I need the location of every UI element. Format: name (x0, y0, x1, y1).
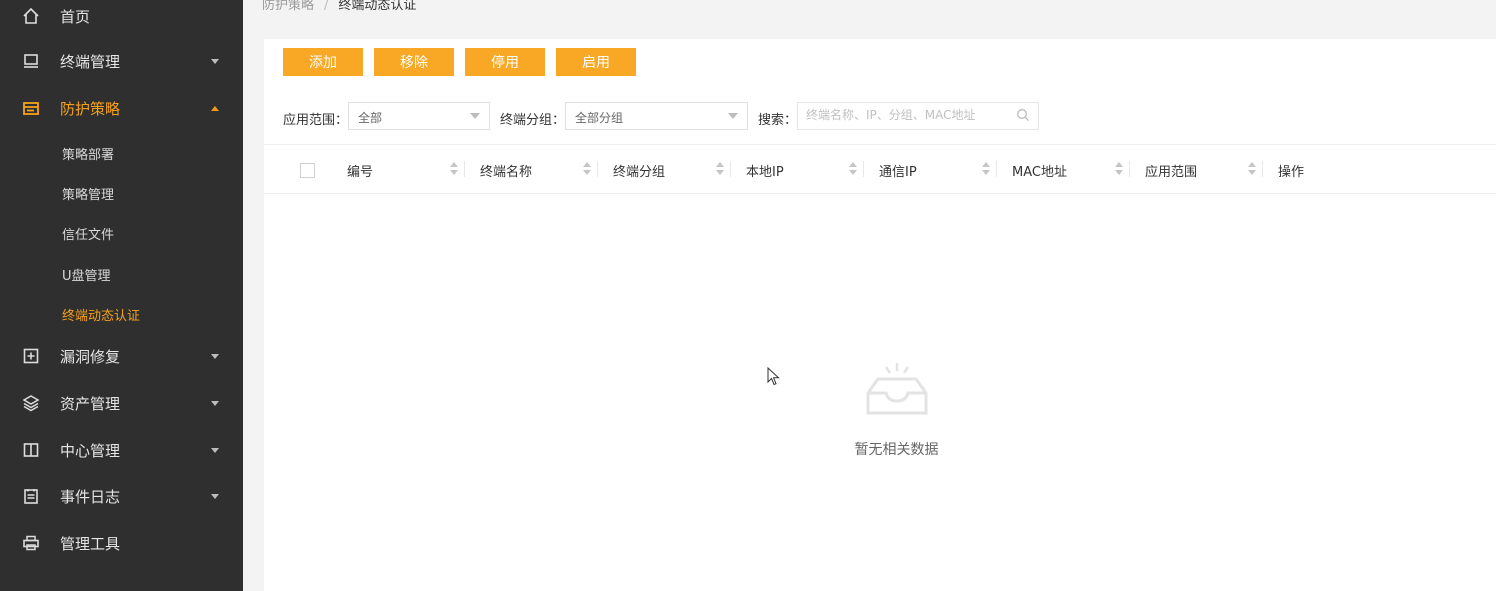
sidebar-subitem-terminal-dynamic-auth[interactable]: 终端动态认证 (0, 294, 243, 334)
column-header-label: 本地IP (746, 165, 784, 180)
sort-icon[interactable] (716, 162, 724, 176)
sidebar-subitem-trusted-files[interactable]: 信任文件 (0, 213, 243, 253)
sidebar: 首页 终端管理 防护策略 策略部署 策略管理 信任文件 U盘管理 终端动态认证 … (0, 0, 243, 591)
column-divider (1262, 161, 1263, 177)
column-header-label: 操作 (1278, 165, 1305, 180)
column-header-label: MAC地址 (1012, 165, 1067, 180)
column-divider (996, 161, 997, 177)
sort-icon[interactable] (982, 162, 990, 176)
sidebar-subitem-label: 终端动态认证 (62, 308, 141, 324)
sidebar-subitem-policy-deploy[interactable]: 策略部署 (0, 133, 243, 173)
search-box[interactable] (797, 102, 1039, 130)
sort-icon[interactable] (583, 162, 591, 176)
printer-icon (21, 533, 41, 553)
search-label: 搜索： (758, 113, 798, 128)
column-header-label: 应用范围 (1145, 165, 1198, 180)
sidebar-item-label: 漏洞修复 (60, 347, 121, 366)
book-icon (21, 440, 41, 460)
breadcrumb-parent[interactable]: 防护策略 (262, 0, 314, 13)
scope-select-value: 全部 (358, 111, 383, 125)
sidebar-item-terminal-management[interactable]: 终端管理 (0, 38, 243, 84)
plus-square-icon (21, 346, 41, 366)
group-filter-label: 终端分组： (500, 113, 566, 128)
sort-icon[interactable] (450, 162, 458, 176)
sidebar-subitem-label: 策略管理 (62, 187, 115, 203)
column-header-id[interactable]: 编号 (331, 145, 464, 193)
chevron-down-icon (211, 400, 219, 406)
layers-icon (21, 393, 41, 413)
search-icon[interactable] (1016, 108, 1030, 122)
chevron-down-icon (211, 58, 219, 64)
search-input[interactable] (798, 103, 1006, 127)
column-header-label: 终端分组 (613, 165, 666, 180)
remove-button[interactable]: 移除 (374, 48, 454, 76)
sidebar-item-center-management[interactable]: 中心管理 (0, 427, 243, 473)
sort-icon[interactable] (1115, 162, 1123, 176)
sidebar-item-asset-management[interactable]: 资产管理 (0, 380, 243, 426)
column-divider (863, 161, 864, 177)
column-header-local-ip[interactable]: 本地IP (730, 145, 863, 193)
sidebar-item-event-log[interactable]: 事件日志 (0, 473, 243, 519)
column-divider (1129, 161, 1130, 177)
main-panel: 添加 移除 停用 启用 应用范围： 全部 终端分组： 全部分组 搜索： 编号 终… (264, 39, 1496, 591)
chevron-down-icon (211, 447, 219, 453)
empty-inbox-icon (866, 363, 928, 415)
chevron-down-icon (211, 353, 219, 359)
sidebar-subitem-label: 策略部署 (62, 147, 115, 163)
column-header-label: 终端名称 (480, 165, 533, 180)
chevron-down-icon (728, 113, 738, 119)
column-header-label: 编号 (347, 165, 374, 180)
mouse-cursor-icon (767, 367, 780, 386)
column-header-comm-ip[interactable]: 通信IP (863, 145, 996, 193)
disable-button[interactable]: 停用 (465, 48, 545, 76)
log-icon (21, 486, 41, 506)
sidebar-item-label: 管理工具 (60, 534, 121, 553)
sidebar-subitem-policy-management[interactable]: 策略管理 (0, 173, 243, 213)
sidebar-subitem-label: 信任文件 (62, 227, 115, 243)
sidebar-item-label: 终端管理 (60, 52, 121, 71)
column-divider (464, 161, 465, 177)
sidebar-item-protection-policy[interactable]: 防护策略 (0, 85, 243, 131)
column-header-terminal-name[interactable]: 终端名称 (464, 145, 597, 193)
sidebar-item-label: 资产管理 (60, 394, 121, 413)
breadcrumb-current: 终端动态认证 (338, 0, 417, 13)
sidebar-subitem-usb-management[interactable]: U盘管理 (0, 254, 243, 294)
table-header: 编号 终端名称 终端分组 本地IP 通信IP MAC地址 应用范围 操作 (264, 144, 1496, 194)
sidebar-item-vulnerability-fix[interactable]: 漏洞修复 (0, 333, 243, 379)
column-header-actions: 操作 (1262, 145, 1496, 193)
column-header-terminal-group[interactable]: 终端分组 (597, 145, 730, 193)
column-header-label: 通信IP (879, 165, 917, 180)
column-header-mac[interactable]: MAC地址 (996, 145, 1129, 193)
add-button[interactable]: 添加 (283, 48, 363, 76)
enable-button[interactable]: 启用 (556, 48, 636, 76)
sidebar-item-label: 中心管理 (60, 441, 121, 460)
select-all-checkbox[interactable] (300, 163, 315, 178)
sidebar-item-label: 事件日志 (60, 487, 121, 506)
column-header-scope[interactable]: 应用范围 (1129, 145, 1262, 193)
chevron-down-icon (211, 493, 219, 499)
scope-filter-label: 应用范围： (283, 113, 349, 128)
column-divider (597, 161, 598, 177)
shield-card-icon (21, 98, 41, 118)
home-icon (21, 6, 41, 26)
chevron-down-icon (470, 113, 480, 119)
sidebar-item-label: 首页 (60, 7, 91, 26)
breadcrumb-separator: / (324, 0, 329, 13)
breadcrumb: 防护策略 / 终端动态认证 (262, 0, 416, 13)
empty-state-text: 暂无相关数据 (854, 442, 939, 458)
scope-select[interactable]: 全部 (348, 102, 490, 130)
chevron-up-icon (211, 105, 219, 111)
group-select[interactable]: 全部分组 (565, 102, 748, 130)
sidebar-subitem-label: U盘管理 (62, 268, 111, 284)
sidebar-item-management-tools[interactable]: 管理工具 (0, 520, 243, 566)
sort-icon[interactable] (849, 162, 857, 176)
monitor-icon (21, 51, 41, 71)
group-select-value: 全部分组 (575, 111, 624, 125)
sidebar-item-label: 防护策略 (60, 99, 121, 118)
column-divider (730, 161, 731, 177)
sort-icon[interactable] (1248, 162, 1256, 176)
sidebar-item-home[interactable]: 首页 (0, 0, 243, 39)
